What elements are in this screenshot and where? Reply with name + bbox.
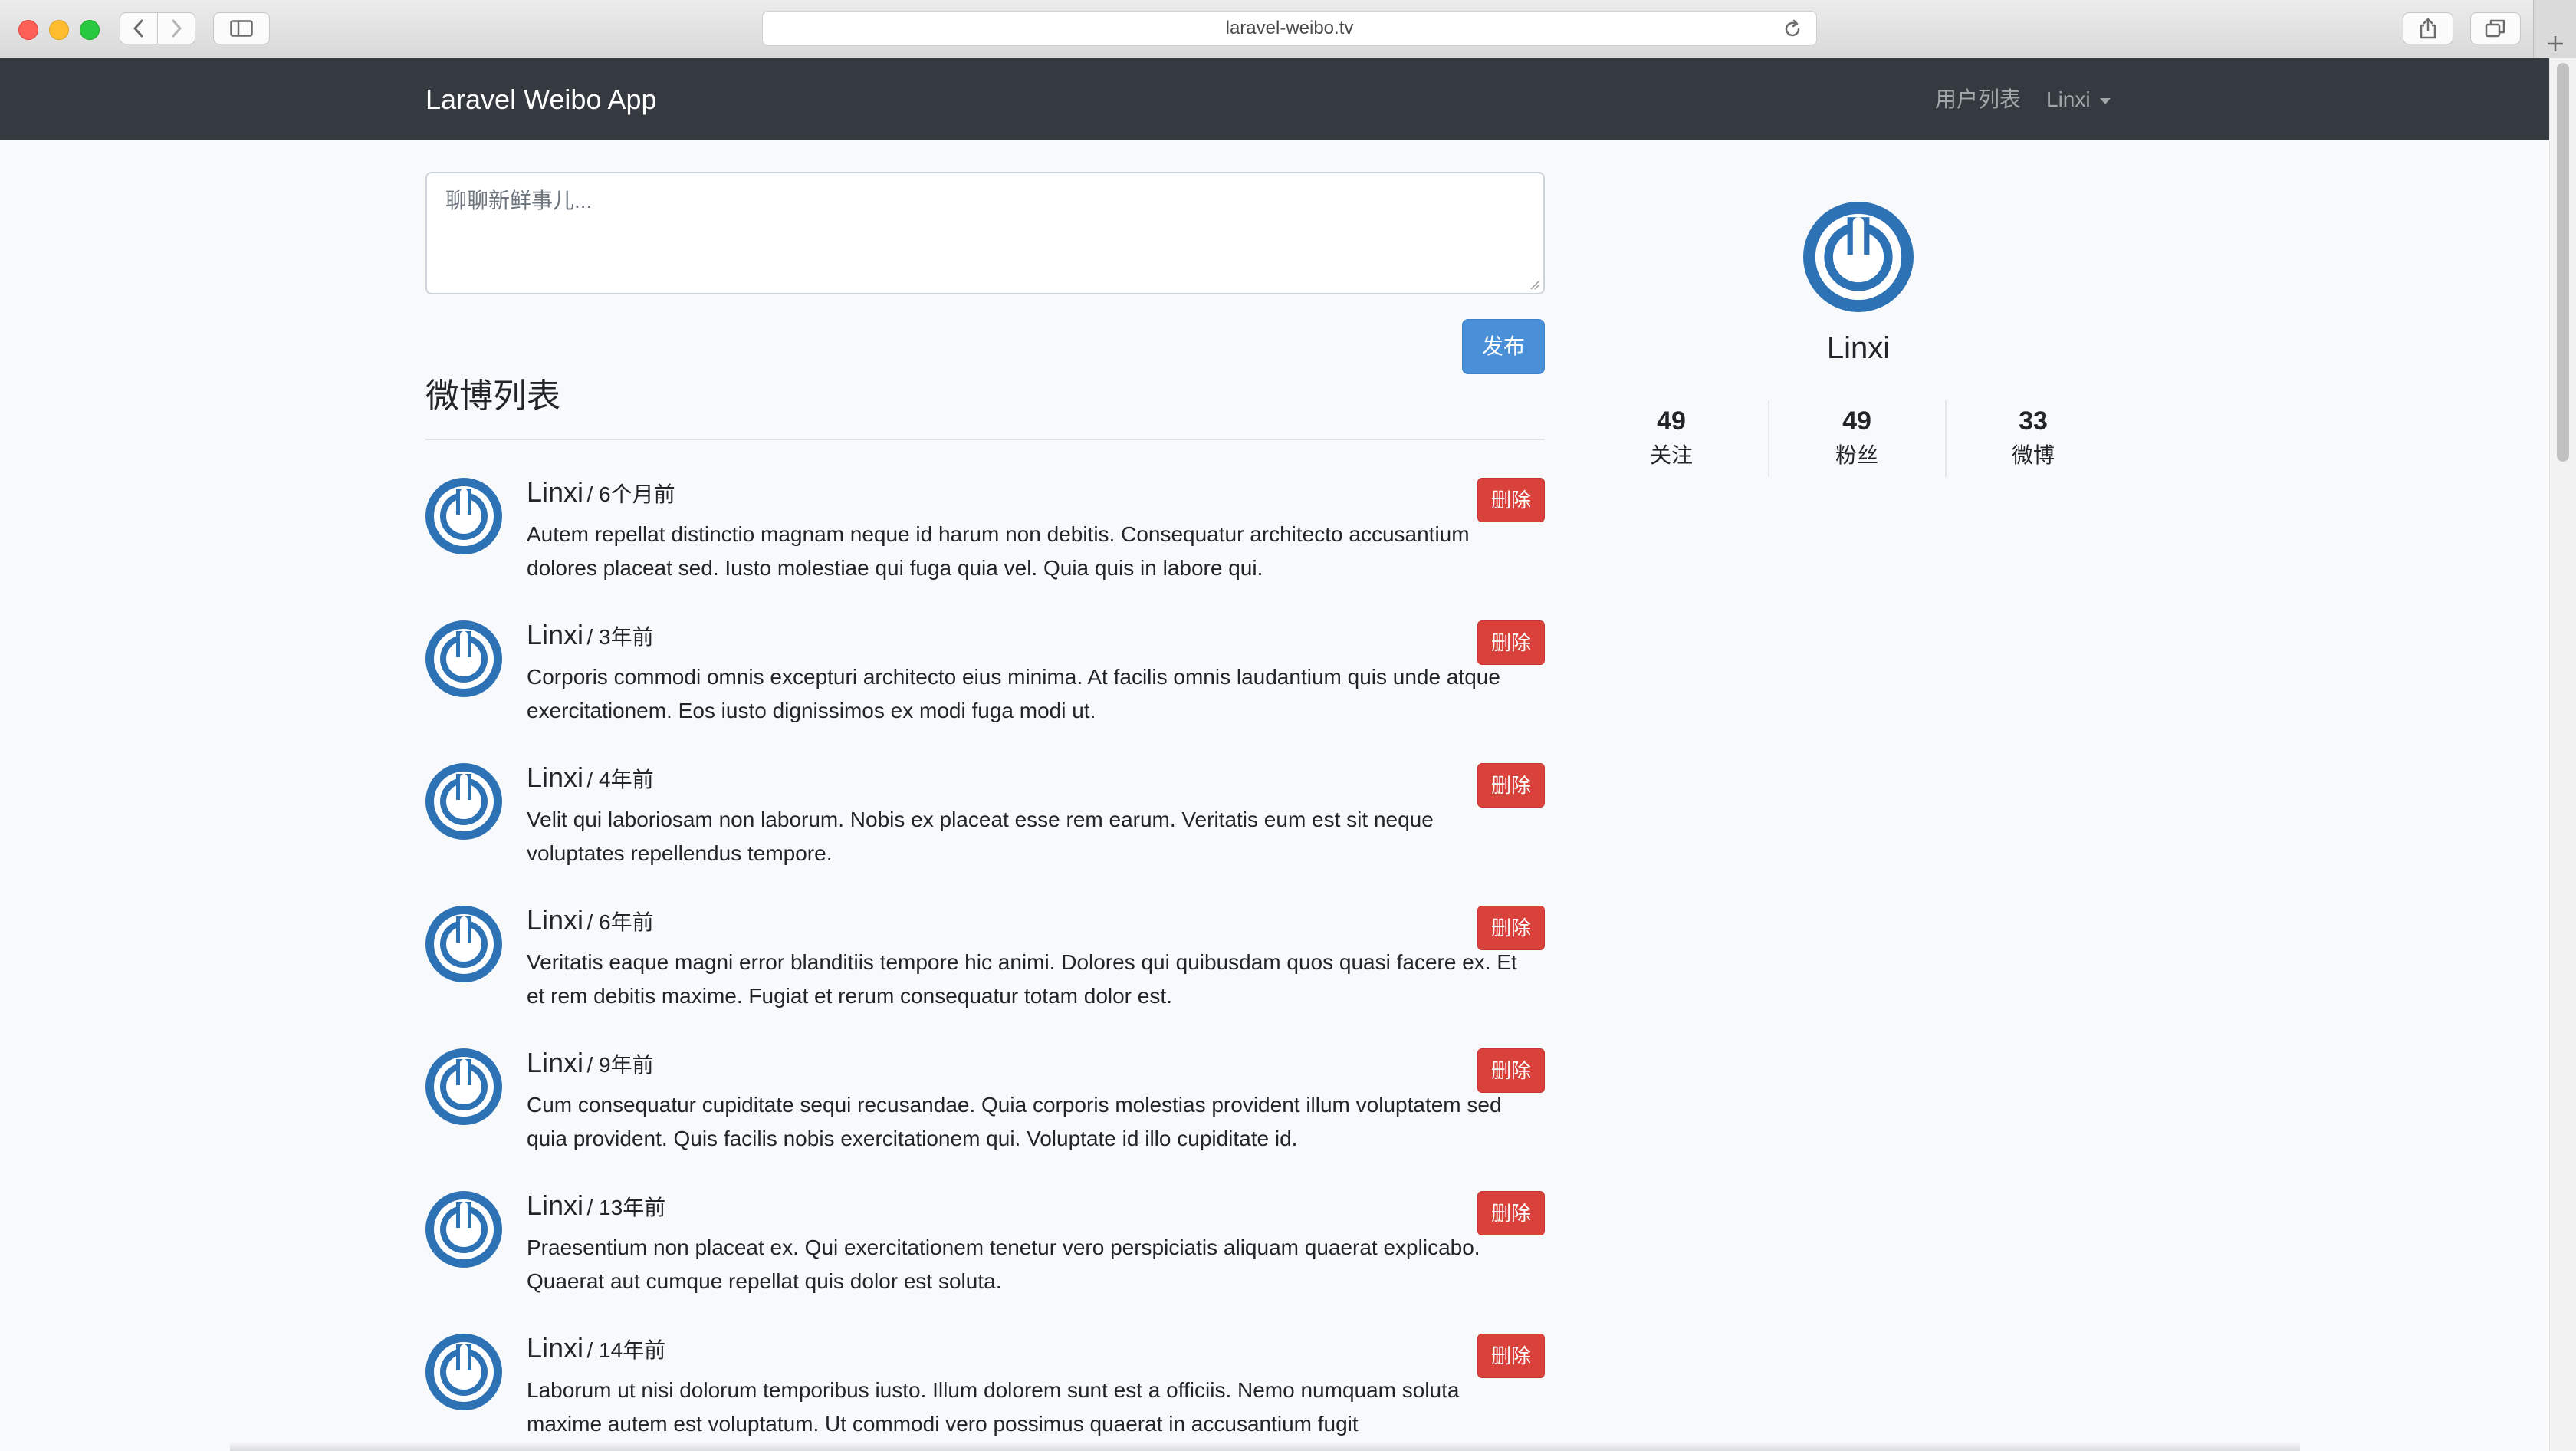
- status-timestamp: / 3年前: [586, 625, 654, 649]
- status-item: Linxi / 4年前 Velit qui laboriosam non labo…: [426, 762, 1545, 878]
- status-item: Linxi / 9年前 Cum consequatur cupiditate se…: [426, 1047, 1545, 1163]
- stat-divider: [1945, 400, 1947, 477]
- bottom-shadow: [230, 1442, 2300, 1451]
- status-item: Linxi / 6年前 Veritatis eaque magni error b…: [426, 904, 1545, 1021]
- stat-following-count: 49: [1657, 406, 1686, 436]
- status-header: Linxi / 6年前: [527, 904, 654, 936]
- status-author-link[interactable]: Linxi: [527, 1189, 583, 1221]
- stat-divider: [1768, 400, 1769, 477]
- status-header: Linxi / 3年前: [527, 619, 654, 651]
- user-avatar[interactable]: [426, 906, 502, 982]
- profile-avatar[interactable]: [1803, 202, 1914, 312]
- status-timestamp: / 14年前: [586, 1338, 666, 1362]
- status-content: Praesentium non placeat ex. Qui exercita…: [527, 1235, 1480, 1293]
- status-item: Linxi / 14年前 Laborum ut nisi dolorum temp…: [426, 1332, 1545, 1449]
- forward-button[interactable]: [157, 12, 196, 44]
- delete-status-button[interactable]: 删除: [1477, 620, 1545, 665]
- status-timestamp: / 4年前: [586, 768, 654, 791]
- status-item: Linxi / 3年前 Corporis commodi omnis except…: [426, 619, 1545, 735]
- feed-divider: [426, 439, 1545, 440]
- delete-status-button[interactable]: 删除: [1477, 1048, 1545, 1093]
- status-header: Linxi / 6个月前: [527, 476, 675, 508]
- status-item: Linxi / 13年前 Praesentium non placeat ex. …: [426, 1189, 1545, 1306]
- resize-grip-icon[interactable]: [1528, 278, 1540, 290]
- sidebar-toggle-button[interactable]: [213, 12, 270, 44]
- status-content: Laborum ut nisi dolorum temporibus iusto…: [527, 1378, 1460, 1436]
- status-textarea[interactable]: 聊聊新鲜事儿...: [426, 172, 1545, 294]
- feed-title: 微博列表: [426, 377, 560, 415]
- zoom-window-button[interactable]: [80, 20, 100, 40]
- status-header: Linxi / 9年前: [527, 1047, 654, 1079]
- plus-icon: [2547, 36, 2563, 51]
- status-author-link[interactable]: Linxi: [527, 619, 583, 650]
- status-content: Cum consequatur cupiditate sequi recusan…: [527, 1093, 1502, 1150]
- user-avatar[interactable]: [426, 1191, 502, 1268]
- delete-status-button[interactable]: 删除: [1477, 763, 1545, 808]
- user-dropdown-toggle[interactable]: Linxi: [2046, 58, 2111, 140]
- minimize-window-button[interactable]: [49, 20, 69, 40]
- user-avatar[interactable]: [426, 1334, 502, 1410]
- status-textarea-placeholder: 聊聊新鲜事儿...: [445, 189, 593, 212]
- address-bar[interactable]: laravel-weibo.tv: [762, 11, 1817, 46]
- chevron-left-icon: [133, 19, 143, 38]
- delete-status-button[interactable]: 删除: [1477, 1334, 1545, 1378]
- delete-status-button[interactable]: 删除: [1477, 1191, 1545, 1235]
- status-item: Linxi / 6个月前 Autem repellat distinctio ma…: [426, 476, 1545, 593]
- stat-followers-label: 粉丝: [1835, 443, 1878, 467]
- status-author-link[interactable]: Linxi: [527, 904, 583, 936]
- tabs-overview-button[interactable]: [2470, 12, 2521, 44]
- status-author-link[interactable]: Linxi: [527, 1047, 583, 1078]
- stat-followers[interactable]: 49 粉丝: [1780, 403, 1934, 472]
- caret-down-icon: [2099, 97, 2111, 104]
- status-author-link[interactable]: Linxi: [527, 762, 583, 793]
- publish-button[interactable]: 发布: [1462, 319, 1545, 374]
- share-button[interactable]: [2403, 12, 2453, 44]
- stat-statuses[interactable]: 33 微博: [1957, 403, 2110, 472]
- browser-toolbar: laravel-weibo.tv: [0, 0, 2576, 58]
- url-text: laravel-weibo.tv: [1225, 18, 1354, 38]
- status-header: Linxi / 4年前: [527, 762, 654, 794]
- status-timestamp: / 6个月前: [586, 482, 675, 506]
- user-avatar[interactable]: [426, 478, 502, 554]
- status-header: Linxi / 14年前: [527, 1332, 665, 1364]
- delete-status-button[interactable]: 删除: [1477, 906, 1545, 950]
- user-avatar[interactable]: [426, 1048, 502, 1125]
- close-window-button[interactable]: [18, 20, 38, 40]
- status-author-link[interactable]: Linxi: [527, 476, 583, 508]
- status-content: Veritatis eaque magni error blanditiis t…: [527, 950, 1517, 1008]
- stat-following[interactable]: 49 关注: [1595, 403, 1748, 472]
- user-avatar[interactable]: [426, 620, 502, 697]
- new-tab-button[interactable]: [2533, 0, 2576, 58]
- user-dropdown-label: Linxi: [2046, 87, 2091, 111]
- status-header: Linxi / 13年前: [527, 1189, 665, 1222]
- delete-status-button[interactable]: 删除: [1477, 478, 1545, 522]
- status-author-link[interactable]: Linxi: [527, 1332, 583, 1364]
- status-timestamp: / 13年前: [586, 1196, 666, 1219]
- profile-name: Linxi: [1826, 331, 1891, 365]
- stat-followers-count: 49: [1842, 406, 1871, 436]
- status-timestamp: / 9年前: [586, 1053, 654, 1077]
- stat-statuses-label: 微博: [2011, 443, 2055, 467]
- status-content: Corporis commodi omnis excepturi archite…: [527, 665, 1500, 722]
- brand-link[interactable]: Laravel Weibo App: [426, 58, 657, 140]
- stat-following-label: 关注: [1649, 443, 1693, 467]
- chevron-right-icon: [172, 19, 182, 38]
- user-avatar[interactable]: [426, 763, 502, 840]
- tabs-icon: [2485, 19, 2505, 38]
- site-navbar: Laravel Weibo App 用户列表 Linxi: [0, 58, 2550, 140]
- page-scrollbar[interactable]: [2549, 58, 2576, 1451]
- reload-icon[interactable]: [1783, 19, 1802, 39]
- users-list-link[interactable]: 用户列表: [1935, 58, 2021, 140]
- status-timestamp: / 6年前: [586, 910, 654, 934]
- stat-statuses-count: 33: [2019, 406, 2048, 436]
- scrollbar-thumb[interactable]: [2557, 63, 2569, 462]
- back-button[interactable]: [120, 12, 158, 44]
- sidebar-icon: [230, 20, 253, 37]
- status-content: Autem repellat distinctio magnam neque i…: [527, 522, 1470, 580]
- status-content: Velit qui laboriosam non laborum. Nobis …: [527, 808, 1434, 865]
- share-icon: [2420, 18, 2436, 39]
